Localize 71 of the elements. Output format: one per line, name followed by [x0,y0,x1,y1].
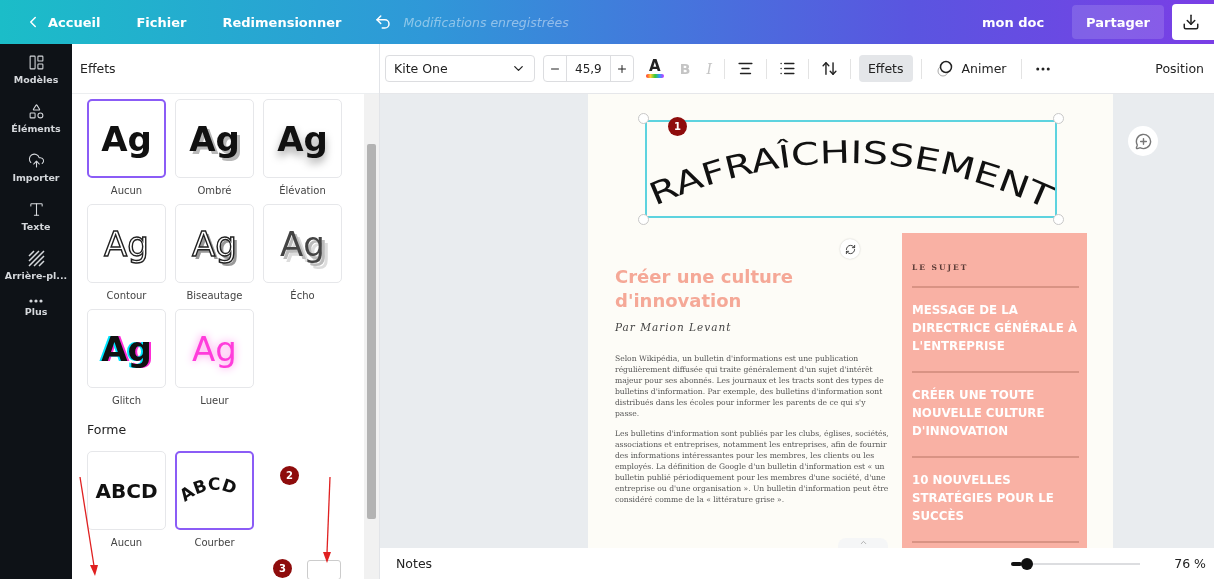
refresh-icon [844,243,856,255]
save-status: Modifications enregistrées [403,14,569,30]
scrollbar[interactable] [364,94,379,579]
animate-icon [935,59,954,78]
undo-icon[interactable] [373,13,392,31]
resize-handle[interactable] [638,214,649,225]
add-comment-button[interactable] [1128,126,1158,156]
zoom-reading: 76 % [1174,556,1206,571]
upload-icon [27,152,45,169]
layout-icon [27,54,45,71]
sidebar-item[interactable]: Plus [0,299,72,317]
download-icon [1182,13,1200,31]
topic-heading: CRÉER UNE TOUTE NOUVELLE CULTURE D'INNOVATION [912,373,1079,458]
curved-sample: ABCD [179,472,250,509]
effect-label: Contour [106,290,147,301]
font-size-field[interactable]: 45,9 [566,56,611,81]
font-dropdown[interactable]: Kite One [385,55,535,82]
effect-option[interactable]: Ag [87,204,166,283]
effect-label: Écho [290,290,315,301]
effect-label: Élévation [279,185,326,196]
effect-option[interactable]: Ag [87,99,166,178]
shape-sample: ABCD [95,478,158,503]
position-button[interactable]: Position [1149,60,1210,77]
author-line: Par Marion Levant [615,321,733,333]
effect-label: Lueur [200,395,229,406]
shape-option[interactable]: ABCD [87,451,166,530]
topic-heading: 10 NOUVELLES STRATÉGIES POUR LE SUCCÈS [912,458,1079,543]
shape-label: Aucun [110,537,143,548]
topic-heading: MESSAGE DE LA DIRECTRICE GÉNÉRALE À L'ENTREPRISE [912,288,1079,373]
effect-option[interactable]: Ag [175,99,254,178]
share-button[interactable]: Partager [1072,5,1164,39]
input-field[interactable] [307,560,341,579]
effect-label: Biseautage [186,290,243,301]
plus-icon [615,62,628,75]
animate-button[interactable]: Animer [929,58,1013,79]
article-title: Créer une culture d'innovation [615,265,794,313]
step-badge: 2 [280,466,299,485]
panel-title: Effets [72,44,379,94]
font-size-stepper[interactable]: 45,9 [543,55,634,82]
section-title: Forme [87,422,128,437]
effect-option[interactable]: Ag [87,309,166,388]
resize-handle[interactable] [638,113,649,124]
effect-label: Ombré [197,185,232,196]
effects-button[interactable]: Effets [858,55,913,82]
sidebar-item[interactable]: Arrière-pl... [0,250,72,281]
sidebar-item[interactable]: Modèles [0,54,72,85]
text-color-button[interactable]: A [641,59,668,78]
effect-option[interactable]: Ag [175,204,254,283]
shapes-icon [27,103,45,120]
comment-icon [1134,132,1152,150]
effect-option[interactable]: Ag [263,99,342,178]
sidebar-item[interactable]: Importer [0,152,72,183]
rotate-button[interactable] [840,239,860,259]
step-badge: 3 [273,559,292,578]
effect-label: Aucun [110,185,143,196]
resize-handle[interactable] [1053,113,1064,124]
shape-option[interactable]: ABCD [175,451,254,530]
zoom-thumb[interactable] [1021,557,1034,570]
caret-icon [858,538,868,547]
document-name[interactable]: mon doc [981,14,1045,30]
text-icon [27,201,45,218]
sidebar-item[interactable]: Texte [0,201,72,232]
sidebar-item[interactable]: Éléments [0,103,72,134]
more-icon [29,299,43,303]
hatch-icon [27,250,45,267]
effect-label: Glitch [111,395,142,406]
resize-handle[interactable] [1053,214,1064,225]
shape-label: Courber [194,537,235,548]
notes-button[interactable]: Notes [396,556,433,571]
effect-option[interactable]: Ag [263,204,342,283]
download-button[interactable] [1172,4,1214,40]
